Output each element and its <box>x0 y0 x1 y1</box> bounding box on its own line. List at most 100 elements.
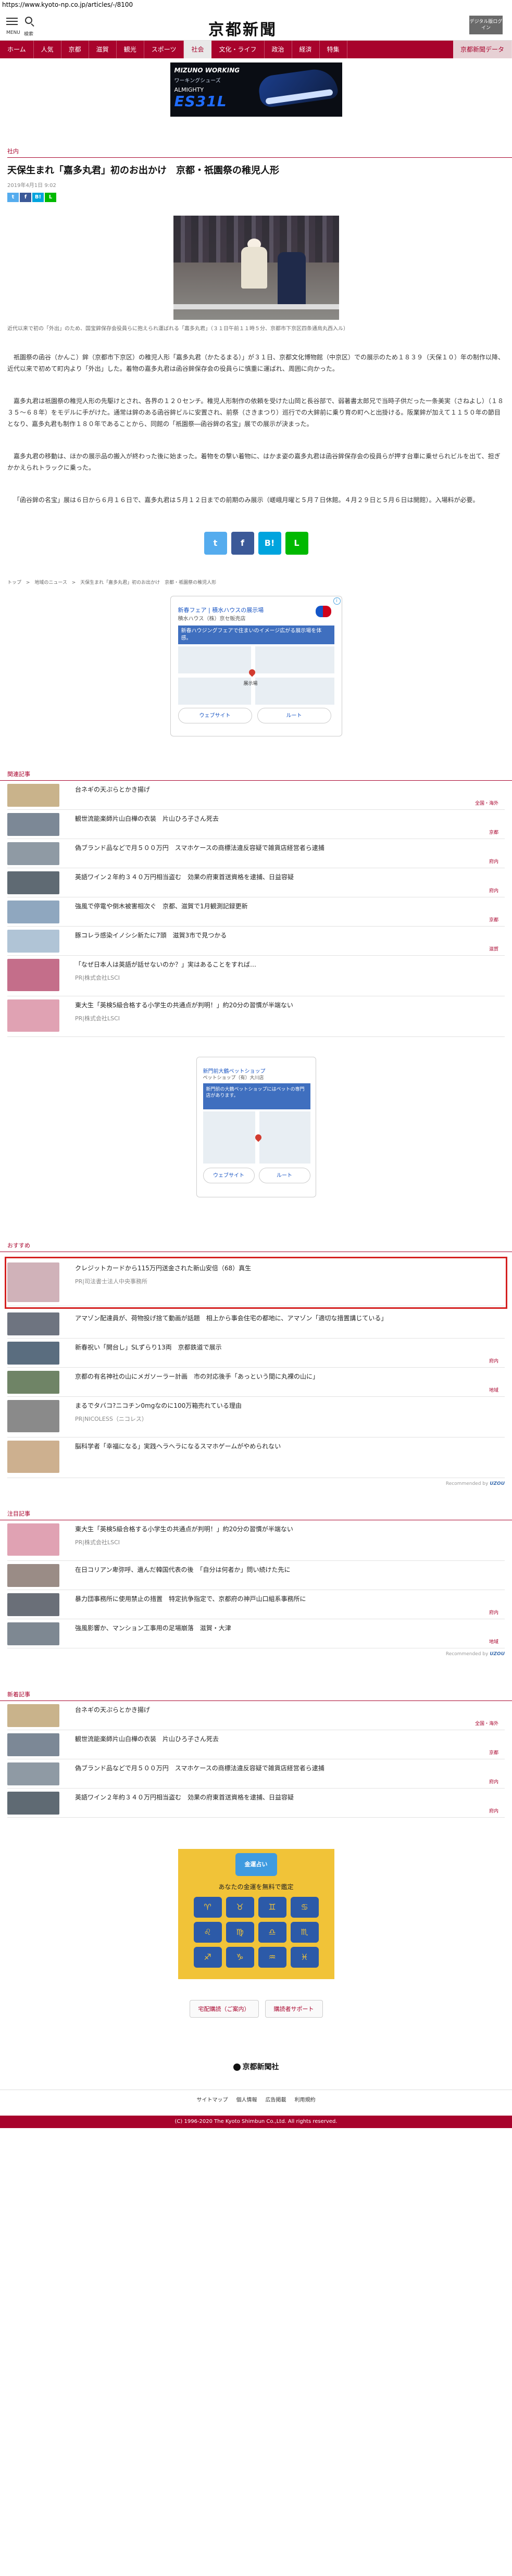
article-thumbnail[interactable] <box>7 1371 59 1394</box>
list-item-title[interactable]: 暴力団事務所に使用禁止の措置 特定抗争指定で、京都府の神戸山口組系事務所に <box>75 1594 499 1603</box>
article-thumbnail[interactable] <box>7 842 59 865</box>
search-icon[interactable] <box>25 17 35 27</box>
list-item-title[interactable]: 脳科学者「幸福になる」実践ヘラヘラになるスマホゲームがやめられない <box>75 1442 499 1450</box>
twitter-share-button[interactable]: t <box>204 532 227 555</box>
zodiac-sign-icon[interactable]: ♓ <box>290 1947 319 1968</box>
map-ad-title[interactable]: 新春フェア | 積水ハウスの展示場 <box>178 606 264 614</box>
list-item-title[interactable]: 在日コリアン卑弥呼、遺んだ韓国代表の後 「自分は何者か」問い続けた先に <box>75 1565 499 1574</box>
footer-link[interactable]: 個人情報 <box>236 2095 257 2103</box>
list-item[interactable]: 観世流能楽師片山白樺の衣装 片山ひろ子さん死去 京都 <box>7 810 505 839</box>
nav-item[interactable]: ホーム <box>0 41 34 58</box>
zodiac-sign-icon[interactable]: ♉ <box>226 1897 254 1918</box>
nav-item[interactable]: 社会 <box>184 41 212 58</box>
list-item[interactable]: 豚コレラ感染イノシシ新たに7頭 滋賀3市で見つかる 滋賀 <box>7 927 505 956</box>
article-thumbnail[interactable] <box>7 1262 59 1302</box>
list-item-title[interactable]: 豚コレラ感染イノシシ新たに7頭 滋賀3市で見つかる <box>75 931 499 940</box>
list-item-title[interactable]: 台ネギの天ぷらとかき揚げ <box>75 785 499 794</box>
article-thumbnail[interactable] <box>7 1523 59 1556</box>
list-item[interactable]: 英語ワイン２年約３４０万円相当盗む 効果の府東首送資格を逮捕、日益容疑 府内 <box>7 868 505 897</box>
list-item-title[interactable]: 東大生「英検5級合格する小学生の共通点が判明！」約20分の習慣が半端ない <box>75 1524 499 1533</box>
list-item-title[interactable]: 台ネギの天ぷらとかき揚げ <box>75 1705 499 1714</box>
article-thumbnail[interactable] <box>7 784 59 807</box>
article-thumbnail[interactable] <box>7 871 59 894</box>
site-logo[interactable]: 京都新聞 <box>208 17 277 40</box>
nav-item[interactable]: 滋賀 <box>89 41 117 58</box>
list-item[interactable]: 在日コリアン卑弥呼、遺んだ韓国代表の後 「自分は何者か」問い続けた先に <box>7 1561 505 1590</box>
zodiac-sign-icon[interactable]: ♐ <box>193 1947 222 1968</box>
breadcrumb-item[interactable]: 地域のニュース <box>34 580 67 585</box>
article-thumbnail[interactable] <box>7 1441 59 1473</box>
nav-item[interactable]: 政治 <box>265 41 292 58</box>
ad-info-icon[interactable]: i <box>333 597 341 605</box>
list-item[interactable]: 強風影響か、マンション工事用の足場崩落 滋賀・大津 地域 <box>7 1619 505 1648</box>
zodiac-sign-icon[interactable]: ♑ <box>226 1947 254 1968</box>
list-item-title[interactable]: 京都の有名神社の山にメガソーラー計画 市の対応後手「あっという間に丸裸の山に」 <box>75 1372 499 1381</box>
map-ad-sekisui[interactable]: i 新春フェア | 積水ハウスの展示場 積水ハウス（株）京セ販売店 新春ハウジン… <box>170 596 342 736</box>
nav-item[interactable]: 人気 <box>34 41 61 58</box>
map-website-button[interactable]: ウェブサイト <box>203 1168 255 1183</box>
map-route-button[interactable]: ルート <box>257 708 331 723</box>
twitter-share-icon[interactable]: t <box>7 193 19 202</box>
list-item-title[interactable]: まるでタバコ?ニコチン0mgなのに100万箱売れている理由 <box>75 1401 499 1410</box>
zodiac-sign-icon[interactable]: ♎ <box>258 1922 286 1943</box>
reader-support-button[interactable]: 購読者サポート <box>265 2000 323 2018</box>
map-view[interactable] <box>178 646 334 705</box>
article-photo[interactable] <box>173 216 339 320</box>
list-item[interactable]: 偽ブランド品などで月５００万円 スマホケースの商標法違反容疑で雑貨店経営者ら逮捕… <box>7 1759 505 1789</box>
zodiac-sign-icon[interactable]: ♌ <box>193 1922 222 1943</box>
list-item-title[interactable]: 新春祝い「開台し」SLずらり13両 京都鉄道で展示 <box>75 1343 499 1352</box>
list-item-title[interactable]: 英語ワイン２年約３４０万円相当盗む 効果の府東首送資格を逮捕、日益容疑 <box>75 1793 499 1802</box>
list-item-title[interactable]: 観世流能楽師片山白樺の衣装 片山ひろ子さん死去 <box>75 814 499 823</box>
map-ad-petshop[interactable]: 新門前大鶴ペットショップ ペットショップ（有）大川店 新門前の大鶴ペットショップ… <box>196 1057 316 1197</box>
zodiac-sign-icon[interactable]: ♋ <box>290 1897 319 1918</box>
top-ad-banner[interactable]: MIZUNO WORKING ワーキングシューズ ALMIGHTY ES31L <box>170 62 342 117</box>
list-item[interactable]: 英語ワイン２年約３４０万円相当盗む 効果の府東首送資格を逮捕、日益容疑 府内 <box>7 1789 505 1818</box>
hatena-share-button[interactable]: B! <box>258 532 281 555</box>
nav-item[interactable]: 特集 <box>320 41 347 58</box>
list-item-title[interactable]: 偽ブランド品などで月５００万円 スマホケースの商標法違反容疑で雑貨店経営者ら逮捕 <box>75 1764 499 1772</box>
article-thumbnail[interactable] <box>7 1312 59 1335</box>
zodiac-sign-icon[interactable]: ♒ <box>258 1947 286 1968</box>
article-thumbnail[interactable] <box>7 1704 59 1727</box>
list-item[interactable]: 台ネギの天ぷらとかき揚げ 全国・海外 <box>7 781 505 810</box>
list-item[interactable]: 東大生「英検5級合格する小学生の共通点が判明！」約20分の習慣が半端ない PR|株… <box>7 1520 505 1561</box>
zodiac-sign-icon[interactable]: ♈ <box>193 1897 222 1918</box>
list-item[interactable]: まるでタバコ?ニコチン0mgなのに100万箱売れている理由 PR|NICOLESS… <box>7 1397 505 1437</box>
list-item[interactable]: 観世流能楽師片山白樺の衣装 片山ひろ子さん死去 京都 <box>7 1730 505 1759</box>
nav-item[interactable]: スポーツ <box>144 41 184 58</box>
article-thumbnail[interactable] <box>7 930 59 953</box>
line-share-button[interactable]: L <box>285 532 308 555</box>
article-thumbnail[interactable] <box>7 1792 59 1815</box>
nav-item[interactable]: 京都新聞データ <box>453 41 512 58</box>
map-website-button[interactable]: ウェブサイト <box>178 708 252 723</box>
list-item[interactable]: 「なぜ日本人は英語が話せないのか？」実はあることをすれば… PR|株式会社LSCI <box>7 956 505 996</box>
list-item-title[interactable]: 強風影響か、マンション工事用の足場崩落 滋賀・大津 <box>75 1623 499 1632</box>
article-thumbnail[interactable] <box>7 999 59 1032</box>
facebook-share-icon[interactable]: f <box>20 193 31 202</box>
list-item-title[interactable]: クレジットカードから115万円送金された新山安倍（68）真生 <box>75 1264 499 1272</box>
list-item[interactable]: アマゾン配達員が、荷物投げ捨て動画が話題 相上から事会住宅の都地に、アマゾン「適… <box>7 1309 505 1339</box>
breadcrumb-item[interactable]: トップ <box>7 580 21 585</box>
article-thumbnail[interactable] <box>7 1622 59 1645</box>
list-item[interactable]: 偽ブランド品などで月５００万円 スマホケースの商標法違反容疑で雑貨店経営者ら逮捕… <box>7 839 505 868</box>
nav-item[interactable]: 文化・ライフ <box>211 41 265 58</box>
nav-item[interactable]: 観光 <box>117 41 144 58</box>
list-item-title[interactable]: 英語ワイン２年約３４０万円相当盗む 効果の府東首送資格を逮捕、日益容疑 <box>75 872 499 881</box>
digital-login-button[interactable]: デジタル版ログイン <box>469 16 503 34</box>
list-item-title[interactable]: 強風で停電や倒木被害相次ぐ 京都、滋賀で1月観測記録更新 <box>75 902 499 910</box>
map-route-button[interactable]: ルート <box>258 1168 310 1183</box>
article-thumbnail[interactable] <box>7 1342 59 1365</box>
article-thumbnail[interactable] <box>7 1733 59 1756</box>
footer-link[interactable]: 利用規約 <box>295 2095 316 2103</box>
line-share-icon[interactable]: L <box>45 193 56 202</box>
list-item[interactable]: 京都の有名神社の山にメガソーラー計画 市の対応後手「あっという間に丸裸の山に」地… <box>7 1368 505 1397</box>
article-thumbnail[interactable] <box>7 1762 59 1785</box>
hatena-share-icon[interactable]: B! <box>32 193 44 202</box>
nav-item[interactable]: 経済 <box>292 41 320 58</box>
zodiac-sign-icon[interactable]: ♍ <box>226 1922 254 1943</box>
list-item[interactable]: 東大生「英検5級合格する小学生の共通点が判明！」約20分の習慣が半端ない PR|株… <box>7 996 505 1037</box>
subscribe-button[interactable]: 宅配購読（ご案内） <box>189 2000 259 2018</box>
footer-logo[interactable]: 京都新聞社 <box>0 2061 512 2072</box>
footer-link[interactable]: サイトマップ <box>197 2095 228 2103</box>
nav-item[interactable]: 京都 <box>61 41 89 58</box>
